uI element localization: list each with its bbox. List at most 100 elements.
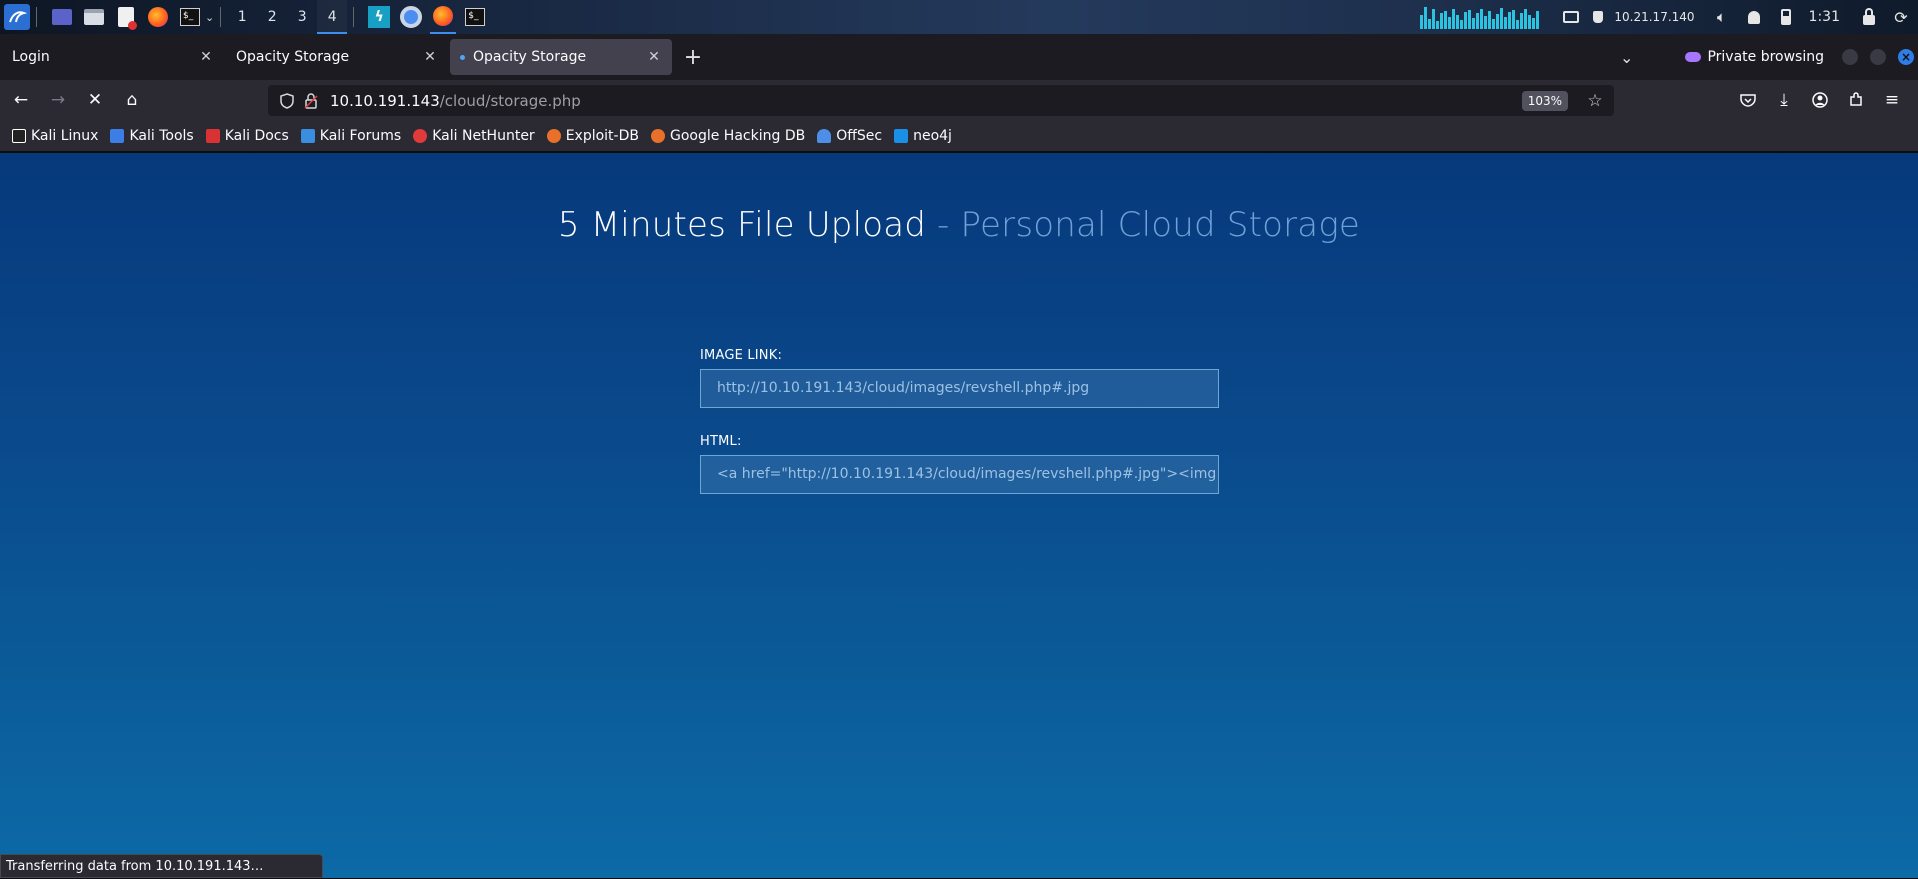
workspace-2[interactable]: 2 — [257, 0, 287, 34]
bookmark-label: Kali Tools — [129, 127, 194, 144]
firefox-running-icon[interactable] — [430, 0, 457, 34]
browser-tabstrip: Login ✕ Opacity Storage ✕ Opacity Storag… — [0, 34, 1918, 80]
url-host: 10.10.191.143 — [330, 91, 440, 110]
taskbar-separator — [36, 7, 37, 27]
terminal-running-icon[interactable]: $_ — [462, 4, 488, 30]
bookmark-label: Kali NetHunter — [432, 127, 535, 144]
html-field[interactable]: <a href="http://10.10.191.143/cloud/imag… — [700, 455, 1219, 494]
private-mask-icon — [1685, 52, 1702, 62]
account-icon[interactable] — [1804, 84, 1836, 116]
kali-docs-icon — [205, 128, 220, 143]
page-viewport: 5 Minutes File Upload - Personal Cloud S… — [0, 153, 1918, 878]
shield-icon[interactable] — [276, 90, 298, 112]
bookmark-google-hacking-db[interactable]: Google Hacking DB — [650, 127, 806, 144]
battery-icon[interactable] — [1773, 4, 1799, 30]
window-close-button[interactable]: × — [1898, 49, 1914, 65]
nethunter-icon — [413, 128, 428, 143]
hamburger-menu-icon[interactable]: ≡ — [1876, 84, 1908, 116]
cpu-graph — [1420, 5, 1540, 29]
workspace-4[interactable]: 4 — [317, 0, 348, 34]
bookmark-label: Kali Docs — [224, 127, 289, 144]
tab-opacity-storage[interactable]: Opacity Storage ✕ — [226, 39, 448, 75]
insecure-lock-icon[interactable] — [300, 90, 322, 112]
text-editor-icon[interactable] — [113, 4, 139, 30]
taskbar-separator — [353, 7, 355, 27]
zoom-level-button[interactable]: 103% — [1521, 90, 1568, 111]
power-icon[interactable]: ⟳ — [1888, 4, 1914, 30]
image-link-field[interactable]: http://10.10.191.143/cloud/images/revshe… — [700, 369, 1219, 408]
tab-title: Opacity Storage — [473, 49, 587, 65]
url-bar[interactable]: 10.10.191.143/cloud/storage.php 103% ☆ — [268, 85, 1614, 116]
tab-opacity-storage-active[interactable]: Opacity Storage ✕ — [450, 39, 672, 75]
bookmarks-toolbar: Kali Linux Kali Tools Kali Docs Kali For… — [0, 120, 1918, 152]
maximize-button[interactable] — [1870, 49, 1886, 65]
browser-navbar: ← → ✕ ⌂ 10.10.191.143/cloud/storage.php … — [0, 80, 1918, 120]
volume-icon[interactable]: 🔈︎ — [1709, 4, 1735, 30]
workspace-1[interactable]: 1 — [227, 0, 257, 34]
bookmark-label: Kali Forums — [319, 127, 402, 144]
bookmark-label: Exploit-DB — [565, 127, 639, 144]
file-manager-icon[interactable] — [81, 4, 107, 30]
chromium-icon[interactable] — [398, 4, 424, 30]
bookmark-exploit-db[interactable]: Exploit-DB — [546, 127, 639, 144]
back-arrow-icon[interactable]: ← — [5, 84, 37, 116]
bookmark-label: OffSec — [836, 127, 883, 144]
clock[interactable]: 1:31 — [1809, 9, 1840, 25]
bookmark-star-icon[interactable]: ☆ — [1584, 90, 1606, 112]
tab-title: Login — [12, 49, 50, 65]
loading-dot-icon — [460, 54, 465, 60]
neo4j-icon — [894, 128, 909, 143]
desktop-icon[interactable] — [49, 4, 75, 30]
bookmark-kali-linux[interactable]: Kali Linux — [12, 128, 98, 144]
new-tab-button[interactable]: + — [678, 42, 708, 72]
bookmark-kali-docs[interactable]: Kali Docs — [205, 127, 289, 144]
os-taskbar: $_ ⌄ 1 2 3 4 ϟ $_ 10.21.17.140 🔈︎ 1:31 ⟳ — [0, 0, 1918, 34]
html-label: HTML: — [700, 434, 742, 449]
downloads-icon[interactable]: ⤓ — [1768, 84, 1800, 116]
pocket-icon[interactable] — [1732, 84, 1764, 116]
minimize-button[interactable] — [1842, 49, 1858, 65]
bookmark-kali-tools[interactable]: Kali Tools — [110, 127, 194, 144]
url-text[interactable]: 10.10.191.143/cloud/storage.php — [330, 92, 1522, 110]
vpn-icon[interactable] — [1590, 4, 1606, 30]
bookmark-label: Google Hacking DB — [669, 127, 806, 144]
tab-title: Opacity Storage — [236, 49, 350, 65]
close-icon[interactable]: ✕ — [198, 49, 214, 65]
forward-arrow-icon[interactable]: → — [42, 84, 74, 116]
kali-dragon-icon — [12, 128, 26, 143]
lock-icon[interactable] — [1856, 4, 1882, 30]
bookmark-kali-forums[interactable]: Kali Forums — [300, 127, 402, 144]
list-all-tabs-chevron-icon[interactable]: ⌄ — [1620, 48, 1633, 67]
private-browsing-indicator: Private browsing — [1685, 49, 1824, 65]
display-icon[interactable] — [1558, 4, 1584, 30]
terminal-icon[interactable]: $_ — [177, 4, 203, 30]
bookmark-neo4j[interactable]: neo4j — [894, 128, 952, 144]
page-title: 5 Minutes File Upload - Personal Cloud S… — [0, 205, 1918, 245]
firefox-icon[interactable] — [145, 4, 171, 30]
close-icon[interactable]: ✕ — [422, 49, 438, 65]
close-icon[interactable]: ✕ — [646, 49, 662, 65]
image-link-label: IMAGE LINK: — [700, 348, 783, 363]
taskbar-separator — [220, 7, 222, 27]
offsec-icon — [817, 128, 832, 143]
bookmark-offsec[interactable]: OffSec — [817, 128, 882, 144]
home-icon[interactable]: ⌂ — [116, 84, 148, 116]
bookmark-label: neo4j — [913, 127, 952, 144]
page-title-main: 5 Minutes File Upload — [557, 205, 927, 245]
ghdb-icon — [650, 128, 665, 143]
bookmark-label: Kali Linux — [31, 127, 99, 144]
burp-icon[interactable]: ϟ — [366, 4, 392, 30]
bookmark-kali-nethunter[interactable]: Kali NetHunter — [413, 127, 535, 144]
page-title-subtitle: - Personal Cloud Storage — [926, 205, 1361, 245]
notification-bell-icon[interactable] — [1741, 4, 1767, 30]
kali-tools-icon — [110, 128, 125, 143]
stop-loading-icon[interactable]: ✕ — [79, 84, 111, 116]
kali-menu-icon[interactable] — [4, 4, 30, 30]
extensions-icon[interactable] — [1840, 84, 1872, 116]
workspace-3[interactable]: 3 — [287, 0, 317, 34]
status-bar: Transferring data from 10.10.191.143… — [0, 854, 323, 878]
url-path: /cloud/storage.php — [439, 91, 581, 110]
exploit-db-icon — [546, 128, 561, 143]
tab-login[interactable]: Login ✕ — [2, 39, 224, 75]
chevron-down-icon[interactable]: ⌄ — [205, 11, 214, 24]
